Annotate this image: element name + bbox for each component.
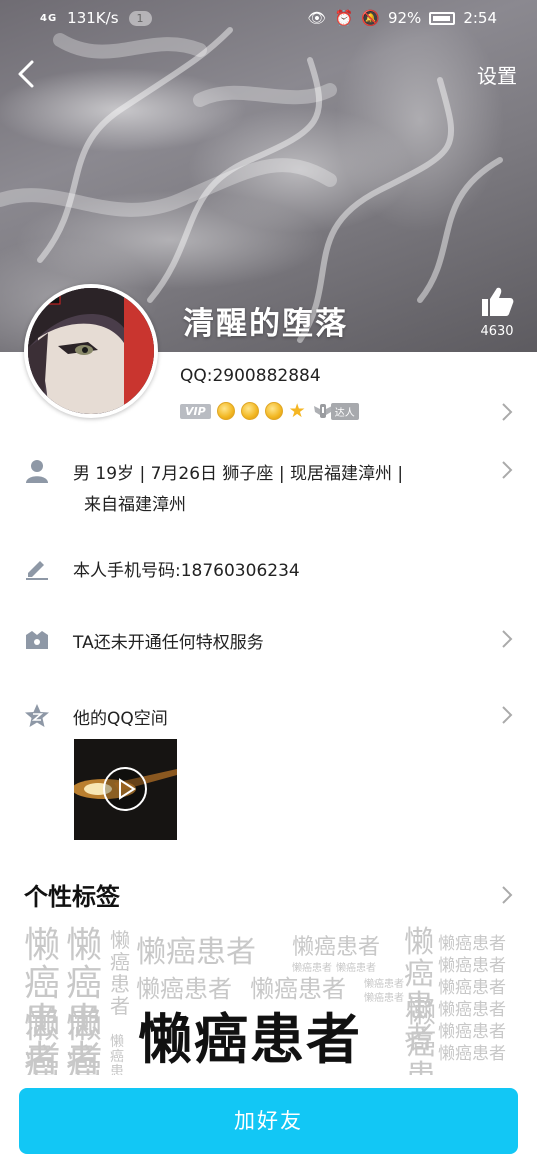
like-count: 4630	[480, 324, 514, 339]
play-icon	[103, 767, 147, 811]
tag-cloud-word: 懒癌患者	[364, 993, 404, 1004]
settings-button[interactable]: 设置	[477, 60, 517, 89]
notification-count: 1	[128, 10, 152, 26]
crown-level-icon	[240, 402, 259, 420]
vip-badge: VIP	[180, 403, 211, 419]
pencil-icon	[26, 561, 48, 580]
tag-cloud-word: 懒癌患者	[292, 935, 381, 960]
person-icon	[26, 460, 48, 483]
main-tag: 懒癌患者	[138, 1008, 362, 1071]
tag-cloud-word: 懒癌患者	[292, 963, 332, 974]
battery-icon	[429, 11, 456, 25]
tag-cloud-word: 懒癌患者	[110, 1034, 124, 1076]
qq-number: QQ:2900882884	[180, 366, 321, 386]
add-friend-button[interactable]: 加好友	[19, 1088, 518, 1154]
daren-label: 达人	[330, 402, 359, 420]
basic-info-line1: 男 19岁 | 7月26日 狮子座 | 现居福建漳州 |	[73, 464, 404, 484]
nickname: 清醒的堕落	[183, 306, 348, 342]
thumbs-up-icon	[482, 287, 514, 316]
like-button[interactable]: 4630	[477, 286, 517, 339]
back-arrow-icon[interactable]	[12, 56, 42, 92]
tag-cloud-word: 懒癌患者	[406, 995, 436, 1076]
qzone-star-icon	[25, 704, 49, 727]
tag-cloud[interactable]: 懒癌患者 懒癌患者 懒癌患者 懒癌患者 懒癌患者 懒癌患者 懒癌患者 懒癌患者 …	[24, 925, 518, 1076]
tags-title: 个性标签	[24, 883, 120, 911]
eye-icon: 👁	[307, 9, 327, 27]
badge-row[interactable]: VIP ★ 达人	[180, 400, 359, 422]
star-level-icon: ★	[288, 400, 306, 422]
crown-level-icon	[216, 402, 235, 420]
crown-level-icon	[264, 402, 283, 420]
signal-indicator: 4G	[40, 12, 58, 24]
avatar[interactable]	[24, 284, 158, 418]
mute-icon: 🔕	[361, 9, 380, 27]
avatar-image	[28, 288, 154, 414]
status-bar: 4G 131K/s 1 👁 ⏰ 🔕 92% 2:54	[0, 0, 537, 36]
battery-percent: 92%	[387, 9, 422, 27]
tag-cloud-word: 懒癌患者	[364, 979, 404, 990]
video-thumbnail-image	[74, 739, 177, 840]
qzone-video-thumbnail[interactable]	[74, 739, 177, 840]
tag-cloud-word: 懒癌患者	[136, 935, 256, 970]
chevron-right-icon[interactable]	[501, 885, 513, 905]
tag-cloud-word: 懒癌患者	[336, 963, 376, 974]
clock: 2:54	[463, 9, 497, 27]
alarm-icon: ⏰	[334, 9, 354, 27]
chevron-right-icon	[502, 706, 513, 724]
chevron-right-icon[interactable]	[501, 402, 513, 422]
tag-cloud-word: 懒癌患者	[24, 1005, 61, 1076]
signature-text: 本人手机号码:18760306234	[73, 561, 300, 581]
chevron-right-icon	[502, 461, 513, 479]
tag-cloud-word: 懒癌患者	[66, 1005, 103, 1076]
daren-badge: 达人	[312, 400, 359, 422]
qzone-text: 他的QQ空间	[73, 709, 168, 729]
tag-cloud-word: 懒癌患者	[110, 928, 130, 1018]
basic-info-line2: 来自福建漳州	[84, 495, 186, 515]
tag-cloud-word: 懒癌患者	[438, 1044, 506, 1064]
privilege-text: TA还未开通任何特权服务	[73, 633, 264, 653]
crown-privilege-icon	[26, 631, 48, 649]
network-speed: 131K/s	[67, 9, 119, 27]
chevron-right-icon	[502, 630, 513, 648]
